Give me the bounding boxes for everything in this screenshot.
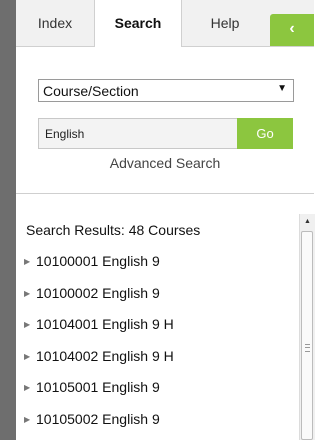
scrollbar-thumb[interactable] [301, 231, 313, 440]
dropdown-arrow-icon: ▼ [277, 83, 287, 94]
result-item[interactable]: ▶ 10105001 English 9 [24, 376, 299, 408]
result-item[interactable]: ▶ 10104002 English 9 H [24, 345, 299, 377]
go-button[interactable]: Go [237, 118, 293, 149]
search-input[interactable] [38, 118, 237, 149]
scroll-up-arrow-icon[interactable]: ▲ [300, 214, 315, 230]
expand-arrow-icon: ▶ [24, 288, 31, 298]
advanced-search-link[interactable]: Advanced Search [0, 155, 314, 171]
result-item[interactable]: ▶ 10104001 English 9 H [24, 313, 299, 345]
search-type-selected-value: Course/Section [43, 83, 139, 99]
result-item-label: 10100002 English 9 [36, 284, 160, 301]
expand-arrow-icon: ▶ [24, 320, 31, 330]
expand-arrow-icon: ▶ [24, 414, 31, 424]
result-item[interactable]: ▶ 10100001 English 9 [24, 250, 299, 282]
result-item[interactable]: ▶ 10100002 English 9 [24, 282, 299, 314]
result-item-label: 10105001 English 9 [36, 379, 160, 395]
collapse-panel-button[interactable]: ‹ [270, 14, 314, 46]
divider [16, 193, 314, 194]
result-item-label: 10105002 English 9 [36, 410, 160, 427]
expand-arrow-icon: ▶ [24, 351, 31, 361]
tab-index[interactable]: Index [16, 0, 94, 46]
result-item-label: 10104001 English 9 H [36, 316, 174, 332]
result-item-label: 10100001 English 9 [36, 253, 160, 269]
window-frame-left [0, 0, 16, 440]
tab-help[interactable]: Help [180, 0, 270, 46]
results-header: Search Results: 48 Courses [26, 222, 201, 238]
results-list: ▶ 10100001 English 9 ▶ 10100002 English 9 … [24, 250, 299, 439]
tab-search[interactable]: Search [94, 0, 182, 47]
search-panel: Index Search Help ‹ Course/Section ▼ Go … [16, 0, 315, 440]
result-item-label: 10104002 English 9 H [36, 347, 174, 364]
search-type-select[interactable]: Course/Section ▼ [38, 79, 294, 102]
expand-arrow-icon: ▶ [24, 383, 31, 393]
tab-bar: Index Search Help ‹ [16, 0, 314, 47]
chevron-left-icon: ‹ [289, 20, 295, 37]
grip-icon [305, 344, 310, 352]
results-scrollbar[interactable]: ▲ [299, 214, 315, 440]
expand-arrow-icon: ▶ [24, 257, 31, 267]
result-item[interactable]: ▶ 10105002 English 9 [24, 408, 299, 440]
